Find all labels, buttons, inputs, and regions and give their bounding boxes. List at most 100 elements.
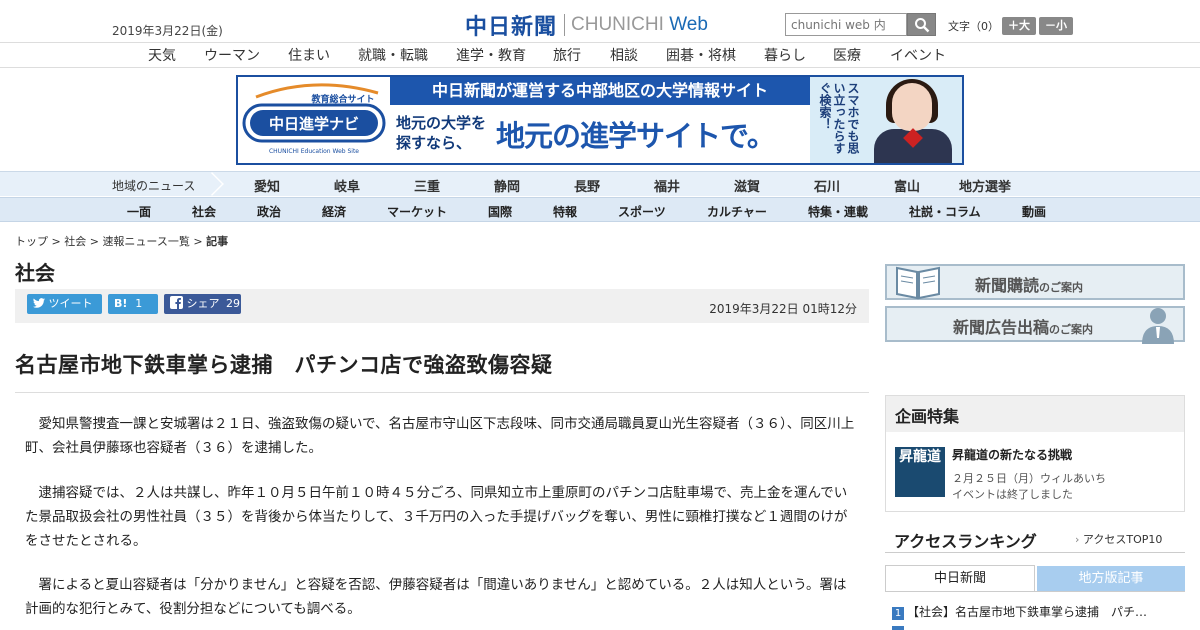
- facebook-share-label: シェア: [186, 297, 220, 310]
- category-economy[interactable]: 経済: [322, 203, 346, 220]
- facebook-share-button[interactable]: シェア 29: [164, 294, 241, 314]
- search-button[interactable]: [907, 13, 936, 36]
- banner-logo-main-text: 中日進学ナビ: [269, 115, 359, 133]
- tab-baseline: [885, 591, 1185, 592]
- category-international[interactable]: 国際: [488, 203, 512, 220]
- banner-main-text: 地元の進学サイトで。: [496, 119, 776, 153]
- article-headline: 名古屋市地下鉄車掌ら逮捕 パチンコ店で強盗致傷容疑: [15, 349, 869, 393]
- site-header: 2019年3月22日(金) 中日新聞 CHUNICHI Web 文字（0） ＋大…: [0, 0, 1200, 43]
- facebook-share-count: 29: [226, 297, 240, 310]
- search-input[interactable]: [785, 13, 907, 36]
- genre-weather[interactable]: 天気: [148, 45, 176, 65]
- ranking-number: 1: [892, 607, 904, 620]
- special-feature-status: イベントは終了しました: [952, 488, 1073, 501]
- genre-jobs[interactable]: 就職・転職: [358, 45, 428, 65]
- logo-japanese: 中日新聞: [465, 14, 558, 40]
- shoryudo-image[interactable]: 昇龍道: [895, 447, 945, 497]
- subscription-guide-button[interactable]: 新聞購読のご案内: [885, 264, 1185, 300]
- genre-igo-shogi[interactable]: 囲碁・将棋: [666, 45, 736, 65]
- hatena-bookmark-icon: B!: [114, 297, 128, 310]
- category-nav: 一面 社会 政治 経済 マーケット 国際 特報 スポーツ カルチャー 特集・連載…: [0, 197, 1200, 222]
- ranking-item-partial[interactable]: [892, 624, 1152, 630]
- special-feature-heading: 企画特集: [886, 396, 1184, 432]
- region-nagano[interactable]: 長野: [574, 176, 600, 195]
- banner-ad-shingaku-navi[interactable]: 教育総合サイト 中日進学ナビ CHUNICHI Education Web Si…: [236, 75, 964, 165]
- article-paragraph: 愛知県警捜査一課と安城署は２１日、強盗致傷の疑いで、名古屋市守山区下志段味、同市…: [25, 416, 855, 456]
- share-bar: ツイート B! 1 シェア 29 2019年3月22日 01時12分: [15, 289, 869, 323]
- region-shizuoka[interactable]: 静岡: [494, 176, 520, 195]
- font-smaller-button[interactable]: －小: [1039, 17, 1073, 35]
- section-title: 社会: [15, 261, 55, 285]
- special-feature-box: 企画特集 昇龍道 昇龍道の新たなる挑戦 ２月２５日（月）ウィルあいち イベントは…: [885, 395, 1185, 512]
- category-society[interactable]: 社会: [192, 203, 216, 220]
- breadcrumb: トップ > 社会 > 速報ニュース一覧 > 記事: [15, 235, 229, 248]
- ranking-item[interactable]: 1 【社会】名古屋市地下鉄車掌ら逮捕 パチ…: [892, 603, 1152, 620]
- special-feature-title[interactable]: 昇龍道の新たなる挑戦: [952, 446, 1072, 463]
- published-timestamp: 2019年3月22日 01時12分: [709, 302, 857, 316]
- access-ranking-heading: アクセスランキング: [894, 532, 1037, 551]
- genre-event[interactable]: イベント: [890, 45, 946, 65]
- logo-divider: [564, 14, 566, 36]
- genre-woman[interactable]: ウーマン: [204, 45, 260, 65]
- site-search: [785, 13, 936, 36]
- category-editorials[interactable]: 社説・コラム: [909, 203, 981, 220]
- region-mie[interactable]: 三重: [414, 176, 440, 195]
- banner-logo: 教育総合サイト 中日進学ナビ CHUNICHI Education Web Si…: [238, 77, 390, 163]
- shingaku-navi-logo: 教育総合サイト 中日進学ナビ CHUNICHI Education Web Si…: [242, 83, 386, 155]
- subscription-guide-label: 新聞購読のご案内: [975, 276, 1084, 295]
- category-market[interactable]: マーケット: [387, 203, 447, 220]
- twitter-bird-icon: [33, 298, 45, 308]
- category-culture[interactable]: カルチャー: [707, 203, 767, 220]
- region-gifu[interactable]: 岐阜: [334, 176, 360, 195]
- genre-travel[interactable]: 旅行: [553, 45, 581, 65]
- region-local-election[interactable]: 地方選挙: [959, 176, 1011, 195]
- genre-living[interactable]: 暮らし: [764, 45, 806, 65]
- genre-education[interactable]: 進学・教育: [456, 45, 526, 65]
- category-features[interactable]: 特集・連載: [808, 203, 868, 220]
- search-icon: [914, 17, 929, 32]
- category-special-report[interactable]: 特報: [553, 203, 577, 220]
- advertising-guide-button[interactable]: 新聞広告出稿のご案内: [885, 306, 1185, 344]
- region-aichi[interactable]: 愛知: [254, 176, 280, 195]
- banner-logo-top-text: 教育総合サイト: [310, 93, 374, 105]
- category-video[interactable]: 動画: [1022, 203, 1046, 220]
- banner-right-copy: スマホでも思い立ったらすぐ検索！: [818, 82, 860, 154]
- access-top10-link[interactable]: › アクセスTOP10: [1075, 531, 1162, 547]
- tweet-label: ツイート: [48, 297, 93, 310]
- tab-chunichi-shimbun[interactable]: 中日新聞: [885, 565, 1035, 592]
- tab-local-articles[interactable]: 地方版記事: [1037, 566, 1185, 591]
- breadcrumb-news-list[interactable]: 速報ニュース一覧: [102, 235, 189, 248]
- site-logo[interactable]: 中日新聞 CHUNICHI Web: [465, 9, 708, 41]
- banner-sub-text: 地元の大学を探すなら、: [396, 114, 487, 152]
- genre-housing[interactable]: 住まい: [288, 45, 330, 65]
- ranking-number-2: [892, 626, 904, 630]
- region-ishikawa[interactable]: 石川: [814, 176, 840, 195]
- font-size-label: 文字（0）: [948, 20, 999, 33]
- special-feature-date: ２月２５日（月）ウィルあいち: [952, 472, 1106, 485]
- genre-consult[interactable]: 相談: [610, 45, 638, 65]
- current-date: 2019年3月22日(金): [112, 24, 223, 38]
- region-toyama[interactable]: 富山: [894, 176, 920, 195]
- ranking-divider: [885, 552, 1185, 553]
- businessman-icon: [1142, 308, 1174, 344]
- region-nav-label: 地域のニュース: [112, 179, 196, 193]
- region-shiga[interactable]: 滋賀: [734, 176, 760, 195]
- hatena-bookmark-button[interactable]: B! 1: [108, 294, 158, 314]
- breadcrumb-top[interactable]: トップ: [15, 235, 48, 248]
- category-front-page[interactable]: 一面: [127, 203, 151, 220]
- font-larger-button[interactable]: ＋大: [1002, 17, 1036, 35]
- article-paragraph: 署によると夏山容疑者は「分かりません」と容疑を否認、伊藤容疑者は「間違いありませ…: [25, 577, 847, 617]
- tweet-button[interactable]: ツイート: [27, 294, 102, 314]
- font-size-control: 文字（0） ＋大 －小: [948, 17, 1073, 35]
- breadcrumb-society[interactable]: 社会: [64, 235, 86, 248]
- banner-top-text: 中日新聞が運営する中部地区の大学情報サイト: [390, 77, 810, 105]
- genre-nav: 天気 ウーマン 住まい 就職・転職 進学・教育 旅行 相談 囲碁・将棋 暮らし …: [0, 43, 1200, 68]
- article-paragraph: 逮捕容疑では、２人は共謀し、昨年１０月５日午前１０時４５分ごろ、同県知立市上重原…: [25, 485, 848, 549]
- category-politics[interactable]: 政治: [257, 203, 281, 220]
- genre-medical[interactable]: 医療: [833, 45, 861, 65]
- region-fukui[interactable]: 福井: [654, 176, 680, 195]
- student-photo-face: [892, 83, 932, 131]
- advertising-guide-label: 新聞広告出稿のご案内: [953, 318, 1094, 337]
- category-sports[interactable]: スポーツ: [618, 203, 666, 220]
- hatena-count: 1: [135, 297, 143, 310]
